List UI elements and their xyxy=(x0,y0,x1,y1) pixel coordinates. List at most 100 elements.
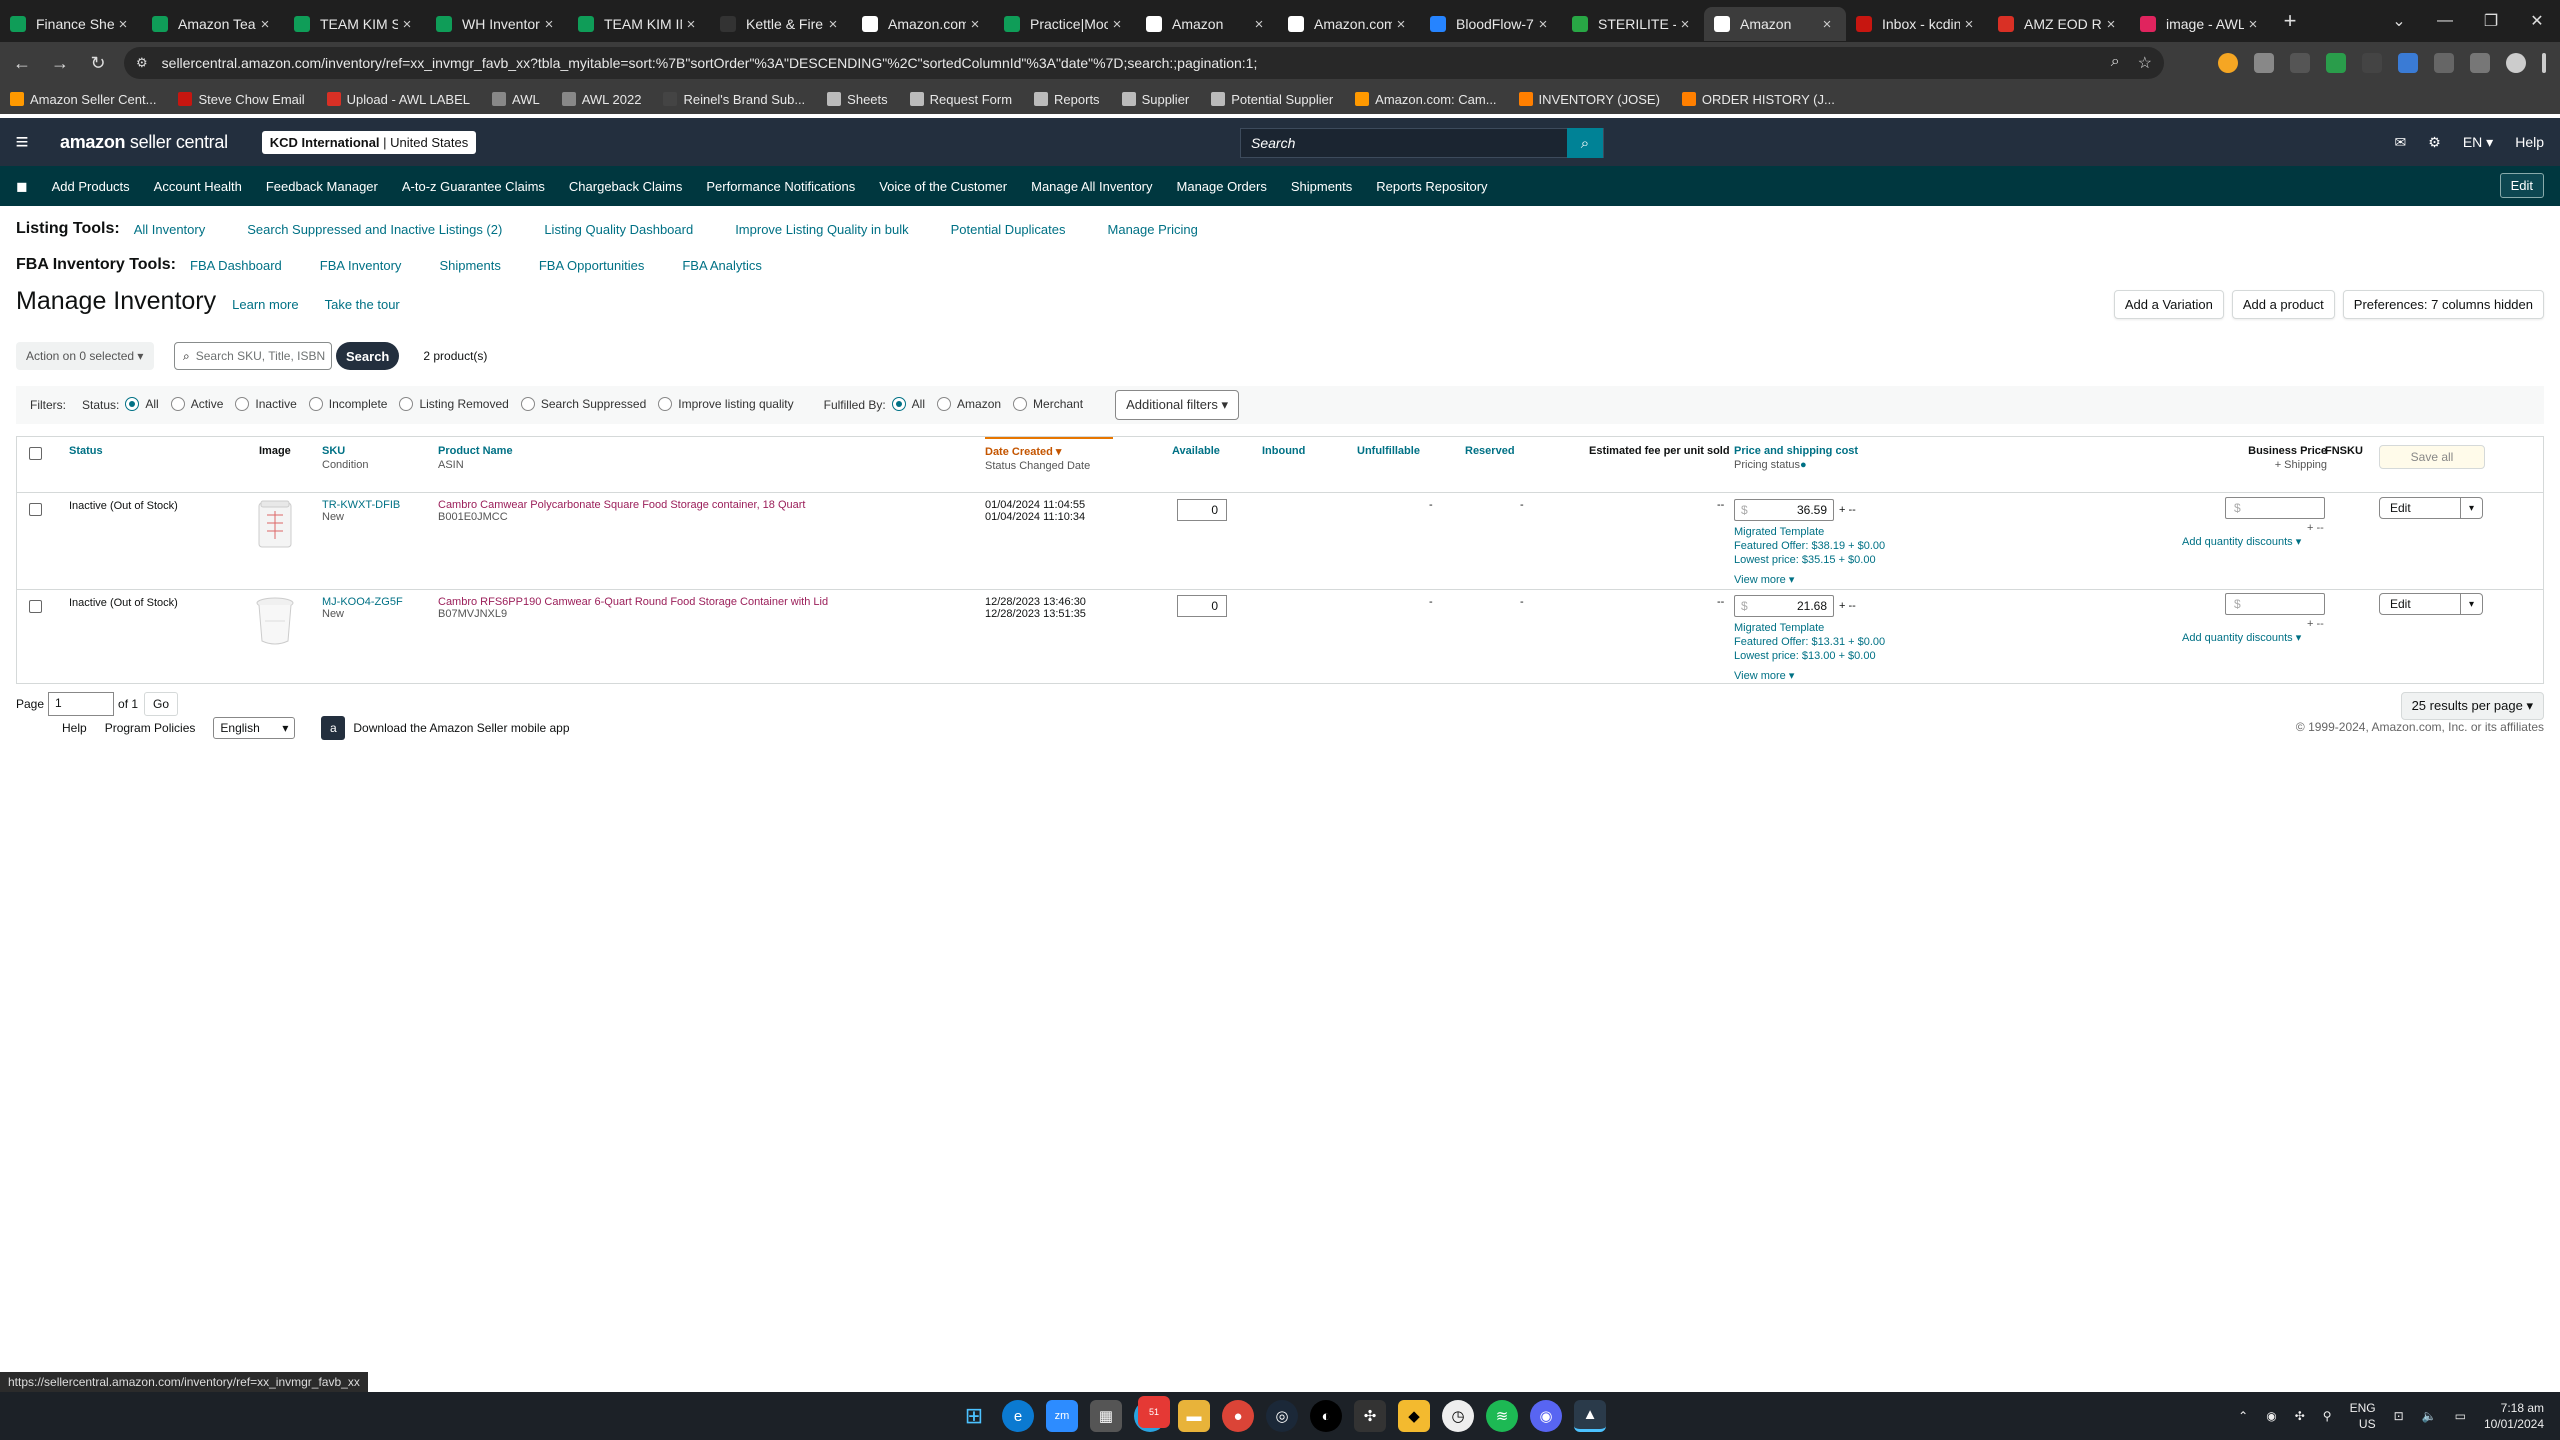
filter-radio[interactable]: Listing Removed xyxy=(399,396,509,411)
site-info-icon[interactable]: ⚙ xyxy=(136,55,148,71)
help-link[interactable]: Help xyxy=(2515,134,2544,150)
select-all-checkbox[interactable] xyxy=(29,447,42,460)
pricing-template[interactable]: Migrated Template xyxy=(1734,525,1824,539)
filter-radio[interactable]: All xyxy=(125,396,159,411)
nav-edit-button[interactable]: Edit xyxy=(2499,173,2544,198)
tab-close-icon[interactable]: × xyxy=(1676,16,1694,33)
filter-radio[interactable]: All xyxy=(891,396,925,411)
browser-tab[interactable]: Amazon Team× xyxy=(142,7,284,41)
bookmark-item[interactable]: Potential Supplier xyxy=(1211,92,1333,107)
edit-dropdown-chevron-icon[interactable]: ▾ xyxy=(2461,497,2483,519)
results-per-page-select[interactable]: 25 results per page ▾ xyxy=(2400,692,2544,720)
browser-tab[interactable]: Finance Shee × xyxy=(0,7,142,41)
filter-radio[interactable]: Merchant xyxy=(1013,396,1083,411)
file-explorer-icon[interactable]: ▬ xyxy=(1178,1400,1210,1432)
tray-app-icon[interactable]: ⚲ xyxy=(2323,1409,2332,1423)
tab-close-icon[interactable]: × xyxy=(966,16,984,33)
tray-app-icon[interactable]: ✣ xyxy=(2295,1409,2305,1423)
bookmark-item[interactable]: Amazon Seller Cent... xyxy=(10,92,156,107)
edit-button[interactable]: Edit xyxy=(2379,497,2461,519)
puzzle-icon[interactable] xyxy=(2434,53,2454,73)
browser-tab[interactable]: Amazon × xyxy=(1136,7,1278,41)
listing-tool-link[interactable]: All Inventory xyxy=(134,222,206,237)
tab-close-icon[interactable]: × xyxy=(1818,16,1836,33)
fba-tool-link[interactable]: FBA Dashboard xyxy=(190,258,282,273)
app-icon[interactable]: ✣ xyxy=(1354,1400,1386,1432)
settings-gear-icon[interactable]: ⚙ xyxy=(2428,134,2441,151)
filter-radio[interactable]: Improve listing quality xyxy=(658,396,794,411)
add-quantity-discounts-link[interactable]: Add quantity discounts ▾ xyxy=(2182,535,2301,549)
listing-tool-link[interactable]: Improve Listing Quality in bulk xyxy=(735,222,908,237)
nav-item[interactable]: Feedback Manager xyxy=(266,179,378,194)
nav-item[interactable]: Voice of the Customer xyxy=(879,179,1007,194)
browser-tab[interactable]: Kettle & Fire × xyxy=(710,7,852,41)
bookmark-star-icon[interactable]: ☆ xyxy=(2138,53,2152,73)
listing-tool-link[interactable]: Listing Quality Dashboard xyxy=(544,222,693,237)
edit-dropdown-chevron-icon[interactable]: ▾ xyxy=(2461,593,2483,615)
filter-radio[interactable]: Active xyxy=(170,396,223,411)
nav-item[interactable]: Reports Repository xyxy=(1376,179,1487,194)
chrome-icon[interactable]: ● xyxy=(1222,1400,1254,1432)
bookmark-pin-icon[interactable]: ◼ xyxy=(16,178,28,195)
listing-tool-link[interactable]: Manage Pricing xyxy=(1108,222,1198,237)
extension-icon[interactable] xyxy=(2218,53,2238,73)
add-quantity-discounts-link[interactable]: Add quantity discounts ▾ xyxy=(2182,631,2301,645)
nav-item[interactable]: Chargeback Claims xyxy=(569,179,682,194)
clock-app-icon[interactable]: ◷ xyxy=(1442,1400,1474,1432)
extension-icon[interactable] xyxy=(2362,53,2382,73)
nav-item[interactable]: Add Products xyxy=(52,179,130,194)
hamburger-menu-icon[interactable]: ≡ xyxy=(2,129,42,155)
reload-icon[interactable]: ↻ xyxy=(82,47,114,79)
browser-tab[interactable]: Amazon × xyxy=(1704,7,1846,41)
nav-item[interactable]: A-to-z Guarantee Claims xyxy=(402,179,545,194)
extension-icon[interactable] xyxy=(2326,53,2346,73)
amazon-seller-central-logo[interactable]: amazon seller central xyxy=(60,132,228,153)
extension-icon[interactable] xyxy=(2254,53,2274,73)
binance-icon[interactable]: ◆ xyxy=(1398,1400,1430,1432)
browser-tab[interactable]: image - AWL × xyxy=(2130,7,2272,41)
lowest-price[interactable]: Lowest price: $35.15 + $0.00 xyxy=(1734,553,1876,567)
restore-icon[interactable]: ❐ xyxy=(2468,0,2514,42)
learn-more-link[interactable]: Learn more xyxy=(232,297,298,312)
filter-radio[interactable]: Inactive xyxy=(235,396,297,411)
nav-item[interactable]: Shipments xyxy=(1291,179,1352,194)
network-icon[interactable]: ⊡ xyxy=(2394,1409,2404,1423)
tab-close-icon[interactable]: × xyxy=(1108,16,1126,33)
header-search-input[interactable]: Search xyxy=(1240,128,1604,158)
bulk-action-select[interactable]: Action on 0 selected ▾ xyxy=(16,342,154,370)
calculator-icon[interactable]: ▦ xyxy=(1090,1400,1122,1432)
zoom-app-icon[interactable]: zm xyxy=(1046,1400,1078,1432)
bookmark-item[interactable]: INVENTORY (JOSE) xyxy=(1518,92,1660,107)
volume-icon[interactable]: 🔈 xyxy=(2422,1409,2437,1423)
bookmark-item[interactable]: Reports xyxy=(1034,92,1100,107)
fba-tool-link[interactable]: FBA Inventory xyxy=(320,258,402,273)
add-variation-button[interactable]: Add a Variation xyxy=(2113,290,2224,319)
bookmark-item[interactable]: Steve Chow Email xyxy=(178,92,305,107)
browser-tab[interactable]: AMZ EOD Re × xyxy=(1988,7,2130,41)
tab-close-icon[interactable]: × xyxy=(1534,16,1552,33)
nav-item[interactable]: Performance Notifications xyxy=(706,179,855,194)
tab-close-icon[interactable]: × xyxy=(1960,16,1978,33)
browser-tab[interactable]: WH Inventor × xyxy=(426,7,568,41)
discord-icon[interactable]: ◉ xyxy=(1530,1400,1562,1432)
info-icon[interactable]: ● xyxy=(1800,459,1807,471)
available-quantity-input[interactable]: 0 xyxy=(1177,499,1227,521)
filter-radio[interactable]: Amazon xyxy=(937,396,1001,411)
bookmark-item[interactable]: Reinel's Brand Sub... xyxy=(663,92,805,107)
product-image[interactable] xyxy=(253,499,297,551)
featured-offer[interactable]: Featured Offer: $38.19 + $0.00 xyxy=(1734,539,1885,553)
bookmark-item[interactable]: AWL 2022 xyxy=(561,92,641,107)
edge-icon[interactable]: e xyxy=(1002,1400,1034,1432)
tab-close-icon[interactable]: × xyxy=(682,16,700,33)
browser-tab[interactable]: Amazon.com: × xyxy=(1278,7,1420,41)
fba-tool-link[interactable]: FBA Analytics xyxy=(682,258,761,273)
back-icon[interactable]: ← xyxy=(6,47,38,79)
active-app-icon[interactable]: ▲ xyxy=(1574,1400,1606,1432)
browser-tab[interactable]: TEAM KIM SA× xyxy=(284,7,426,41)
row-checkbox[interactable] xyxy=(29,600,42,613)
footer-help-link[interactable]: Help xyxy=(62,721,87,735)
featured-offer[interactable]: Featured Offer: $13.31 + $0.00 xyxy=(1734,635,1885,649)
close-window-icon[interactable]: ✕ xyxy=(2514,0,2560,42)
bookmark-item[interactable]: Amazon.com: Cam... xyxy=(1355,92,1497,107)
listing-tool-link[interactable]: Search Suppressed and Inactive Listings … xyxy=(247,222,502,237)
